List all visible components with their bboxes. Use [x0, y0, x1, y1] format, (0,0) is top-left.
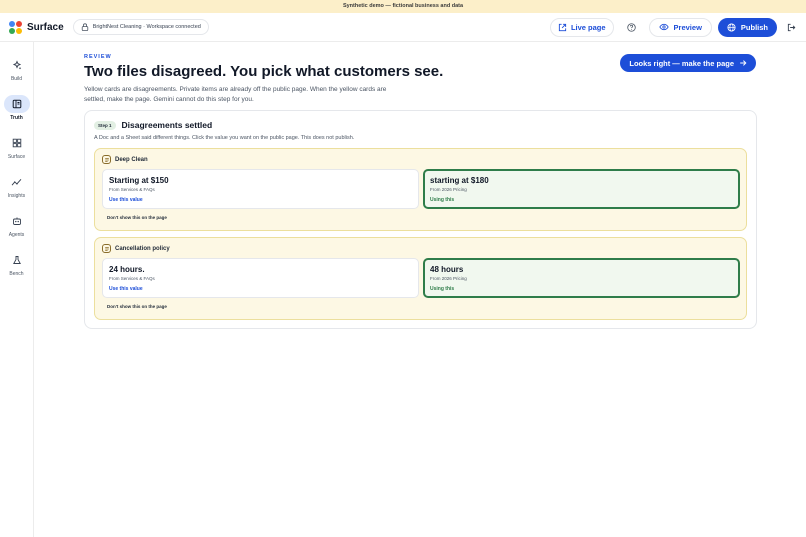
- step-note: A Doc and a Sheet said different things.…: [94, 135, 355, 141]
- option-value: starting at $180: [430, 176, 489, 185]
- value-option-card[interactable]: Starting at $150 From Services & FAQs Us…: [102, 169, 419, 209]
- sidebar: Build Truth Surface Insights Agents Benc…: [0, 42, 34, 537]
- preview-button[interactable]: Preview: [648, 17, 712, 37]
- step-badge: Step 1: [94, 120, 116, 130]
- publish-button[interactable]: Publish: [717, 17, 777, 37]
- sidebar-item-label: Truth: [10, 115, 23, 121]
- sidebar-item-bench[interactable]: Bench: [0, 251, 33, 277]
- top-bar: Surface BrightNest Cleaning · Workspace …: [0, 13, 806, 42]
- build-icon: [4, 56, 30, 74]
- bench-icon: [4, 251, 30, 269]
- globe-icon: [727, 22, 736, 32]
- value-option-card-selected[interactable]: starting at $180 From 2026 Pricing Using…: [423, 169, 740, 209]
- brand[interactable]: Surface: [9, 20, 64, 34]
- sidebar-item-surface[interactable]: Surface: [0, 134, 33, 160]
- workspace-status[interactable]: BrightNest Cleaning · Workspace connecte…: [72, 19, 209, 35]
- brand-name: Surface: [27, 21, 64, 33]
- option-source: From 2026 Pricing: [430, 276, 467, 281]
- demo-banner: Synthetic demo — fictional business and …: [0, 0, 806, 13]
- make-page-button[interactable]: Looks right — make the page: [620, 54, 756, 72]
- sign-out-icon[interactable]: [785, 21, 797, 33]
- conflict-group-cancellation-policy: Cancellation policy 24 hours. From Servi…: [94, 237, 747, 320]
- step-title: Disagreements settled: [121, 120, 213, 130]
- value-option-card-selected[interactable]: 48 hours From 2026 Pricing Using this: [423, 258, 740, 298]
- surface-logo-icon: [9, 20, 22, 34]
- sidebar-item-label: Insights: [7, 193, 26, 199]
- insights-icon: [4, 173, 30, 191]
- preview-label: Preview: [673, 22, 702, 32]
- external-link-icon: [558, 23, 567, 31]
- option-value: Starting at $150: [109, 176, 169, 185]
- truth-icon: [3, 95, 30, 113]
- conflict-icon: [102, 244, 111, 253]
- help-icon[interactable]: [622, 18, 641, 37]
- workspace-label: BrightNest Cleaning · Workspace connecte…: [92, 24, 201, 30]
- sidebar-item-build[interactable]: Build: [0, 56, 33, 82]
- lock-icon: [81, 23, 88, 31]
- sidebar-item-label: Bench: [9, 271, 24, 277]
- using-this-label: Using this: [430, 197, 455, 203]
- option-value: 48 hours: [430, 265, 464, 274]
- group-title: Deep Clean: [115, 156, 148, 163]
- sidebar-item-truth[interactable]: Truth: [0, 95, 33, 121]
- eye-icon: [658, 23, 669, 31]
- make-page-label: Looks right — make the page: [629, 58, 734, 68]
- use-this-value-link[interactable]: Use this value: [109, 197, 412, 203]
- option-source: From Services & FAQs: [109, 276, 155, 281]
- sidebar-item-label: Build: [10, 76, 23, 82]
- conflict-icon: [102, 155, 111, 164]
- main-content: REVIEW Two files disagreed. You pick wha…: [84, 54, 757, 329]
- use-this-value-link[interactable]: Use this value: [109, 286, 412, 292]
- conflict-group-deep-clean: Deep Clean Starting at $150 From Service…: [94, 148, 747, 231]
- live-page-button[interactable]: Live page: [549, 17, 614, 37]
- sidebar-item-agents[interactable]: Agents: [0, 212, 33, 238]
- page-description: Yellow cards are disagreements. Private …: [84, 86, 387, 103]
- option-source: From 2026 Pricing: [430, 187, 467, 192]
- option-source: From Services & FAQs: [109, 187, 155, 192]
- sidebar-item-label: Surface: [7, 154, 26, 160]
- group-title: Cancellation policy: [115, 245, 170, 252]
- sidebar-item-insights[interactable]: Insights: [0, 173, 33, 199]
- surface-icon: [4, 134, 30, 152]
- step-header: Step 1 Disagreements settled: [94, 120, 212, 130]
- live-page-label: Live page: [570, 22, 606, 32]
- dont-show-link[interactable]: Don't show this on the page: [107, 215, 167, 220]
- option-value: 24 hours.: [109, 265, 145, 274]
- dont-show-link[interactable]: Don't show this on the page: [107, 304, 167, 309]
- disagreements-panel: Step 1 Disagreements settled A Doc and a…: [84, 110, 757, 329]
- group-header: Cancellation policy: [102, 244, 170, 253]
- agents-icon: [4, 212, 30, 230]
- sidebar-item-label: Agents: [8, 232, 25, 238]
- value-option-card[interactable]: 24 hours. From Services & FAQs Use this …: [102, 258, 419, 298]
- publish-label: Publish: [740, 22, 768, 32]
- arrow-right-icon: [740, 60, 747, 66]
- group-header: Deep Clean: [102, 155, 148, 164]
- using-this-label: Using this: [430, 286, 455, 292]
